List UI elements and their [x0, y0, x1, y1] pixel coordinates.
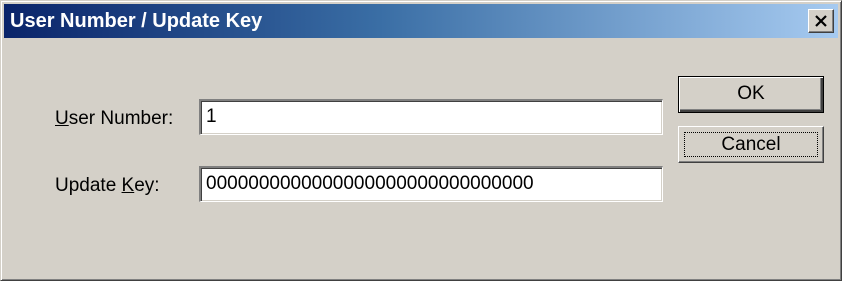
update-key-input[interactable]: 0000000000000000000000000000000: [199, 166, 663, 202]
cancel-focus-rect: Cancel: [684, 132, 818, 157]
user-number-label-text: ser Number:: [68, 108, 174, 129]
user-number-value: 1: [206, 106, 217, 127]
cancel-button-label: Cancel: [721, 134, 781, 155]
close-button[interactable]: [808, 9, 834, 33]
window-title: User Number / Update Key: [10, 10, 263, 32]
cancel-button[interactable]: Cancel: [678, 126, 824, 163]
update-key-value: 0000000000000000000000000000000: [206, 173, 534, 194]
user-number-input[interactable]: 1: [199, 99, 663, 135]
dialog-window: User Number / Update Key User Number: 1 …: [0, 0, 842, 281]
user-number-label-accel: U: [55, 108, 69, 129]
ok-button[interactable]: OK: [678, 76, 824, 113]
update-key-label: Update Key:: [55, 175, 160, 197]
title-bar[interactable]: User Number / Update Key: [4, 4, 838, 38]
update-key-label-pre: Update: [55, 175, 122, 196]
user-number-label: User Number:: [55, 108, 173, 130]
ok-button-label: OK: [737, 83, 765, 104]
close-x-icon: [815, 15, 827, 27]
update-key-label-post: ey:: [134, 175, 160, 196]
update-key-label-accel: K: [121, 175, 135, 196]
